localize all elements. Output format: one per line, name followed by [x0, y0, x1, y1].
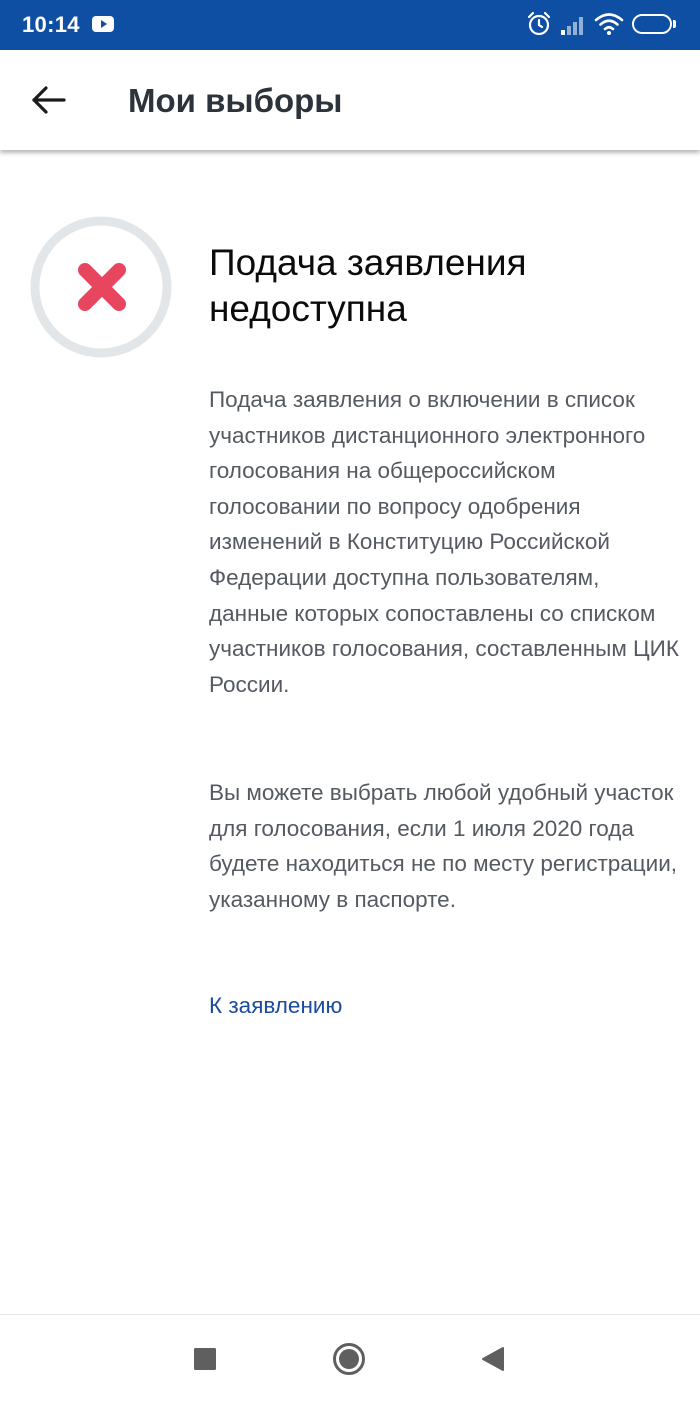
status-time: 10:14: [22, 12, 80, 37]
square-recents-icon[interactable]: [193, 1347, 217, 1371]
battery-level-text: 50: [644, 16, 660, 31]
page-title: Мои выборы: [128, 82, 343, 119]
back-button[interactable]: [22, 76, 72, 126]
triangle-back-icon[interactable]: [481, 1346, 505, 1372]
unavailable-heading: Подача заявления недоступна: [209, 242, 527, 329]
status-error-indicator: [30, 216, 172, 358]
signal-icon: [561, 17, 583, 35]
circle-home-icon[interactable]: [332, 1342, 366, 1376]
wifi-icon: [594, 13, 624, 35]
to-application-link[interactable]: К заявлению: [209, 990, 342, 1022]
info-paragraph-2: Вы можете выбрать любой удобный участок …: [209, 780, 678, 912]
app-bar: Мои выборы: [0, 50, 700, 150]
info-paragraph-1: Подача заявления о включении в список уч…: [209, 387, 679, 697]
arrow-left-icon: [32, 86, 66, 114]
system-nav-bar: [0, 1314, 700, 1401]
status-bar: 10:14 50: [0, 0, 700, 50]
battery-icon: 50: [632, 14, 678, 36]
alarm-icon: [527, 11, 551, 36]
youtube-icon: [92, 16, 114, 32]
